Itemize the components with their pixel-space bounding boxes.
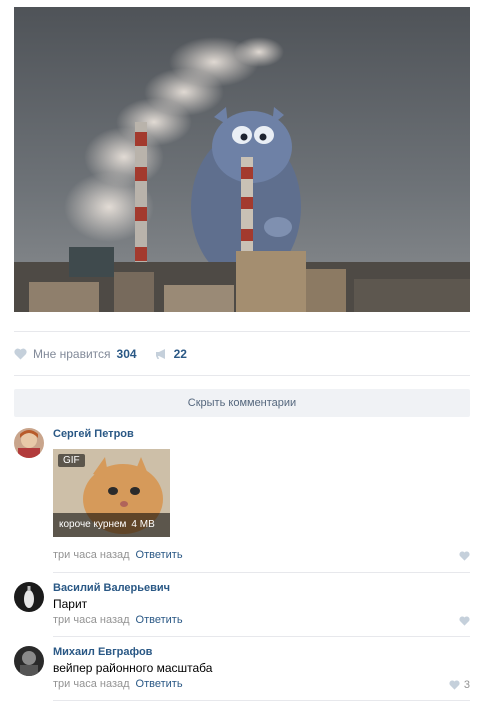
gif-size: 4 MB bbox=[131, 519, 155, 530]
heart-icon bbox=[459, 616, 470, 626]
comment-author[interactable]: Сергей Петров bbox=[53, 428, 134, 440]
divider bbox=[53, 572, 470, 573]
heart-icon bbox=[459, 551, 470, 561]
comment-meta: три часа назад Ответить bbox=[53, 549, 183, 561]
avatar[interactable] bbox=[14, 582, 44, 612]
gif-badge: GIF bbox=[58, 454, 85, 467]
reply-link[interactable]: Ответить bbox=[136, 678, 183, 690]
comment-like-button[interactable] bbox=[459, 551, 470, 561]
post-photo[interactable] bbox=[14, 7, 470, 312]
divider bbox=[14, 375, 470, 376]
reply-link[interactable]: Ответить bbox=[136, 614, 183, 626]
avatar[interactable] bbox=[14, 646, 44, 676]
share-count: 22 bbox=[173, 347, 187, 361]
avatar[interactable] bbox=[14, 428, 44, 458]
gif-caption: короче курнем bbox=[59, 519, 127, 530]
comment: Сергей Петров GIF короче курнем 4 MB три … bbox=[14, 428, 470, 568]
megaphone-icon bbox=[155, 349, 165, 359]
like-button[interactable]: Мне нравится 304 bbox=[14, 347, 137, 361]
like-label: Мне нравится bbox=[33, 347, 111, 361]
gif-attachment[interactable]: GIF короче курнем 4 MB bbox=[53, 449, 170, 537]
comment-meta: три часа назад Ответить bbox=[53, 678, 183, 690]
comment-author[interactable]: Василий Валерьевич bbox=[53, 582, 170, 594]
comment-time[interactable]: три часа назад bbox=[53, 614, 130, 626]
comment-meta: три часа назад Ответить bbox=[53, 614, 183, 626]
comment-text: Парит bbox=[53, 597, 88, 611]
comment-like-button[interactable] bbox=[459, 616, 470, 626]
comment-time[interactable]: три часа назад bbox=[53, 549, 130, 561]
post-actions: Мне нравится 304 22 bbox=[14, 345, 187, 363]
heart-icon bbox=[449, 680, 460, 690]
comment-author[interactable]: Михаил Евграфов bbox=[53, 646, 152, 658]
comment: Михаил Евграфов вейпер районного масштаб… bbox=[14, 646, 470, 694]
like-count: 304 bbox=[116, 347, 137, 361]
divider bbox=[53, 700, 470, 701]
heart-icon bbox=[14, 348, 27, 360]
comment-like-button[interactable]: 3 bbox=[449, 679, 470, 691]
reply-link[interactable]: Ответить bbox=[136, 549, 183, 561]
divider bbox=[14, 331, 470, 332]
share-button[interactable]: 22 bbox=[155, 347, 187, 361]
comment-like-count: 3 bbox=[463, 679, 470, 691]
comment-text: вейпер районного масштаба bbox=[53, 661, 213, 675]
hide-comments-button[interactable]: Скрыть комментарии bbox=[14, 389, 470, 417]
gif-caption-bar: короче курнем 4 MB bbox=[53, 513, 170, 537]
comment-time[interactable]: три часа назад bbox=[53, 678, 130, 690]
divider bbox=[53, 636, 470, 637]
comment: Василий Валерьевич Парит три часа назад О… bbox=[14, 582, 470, 630]
